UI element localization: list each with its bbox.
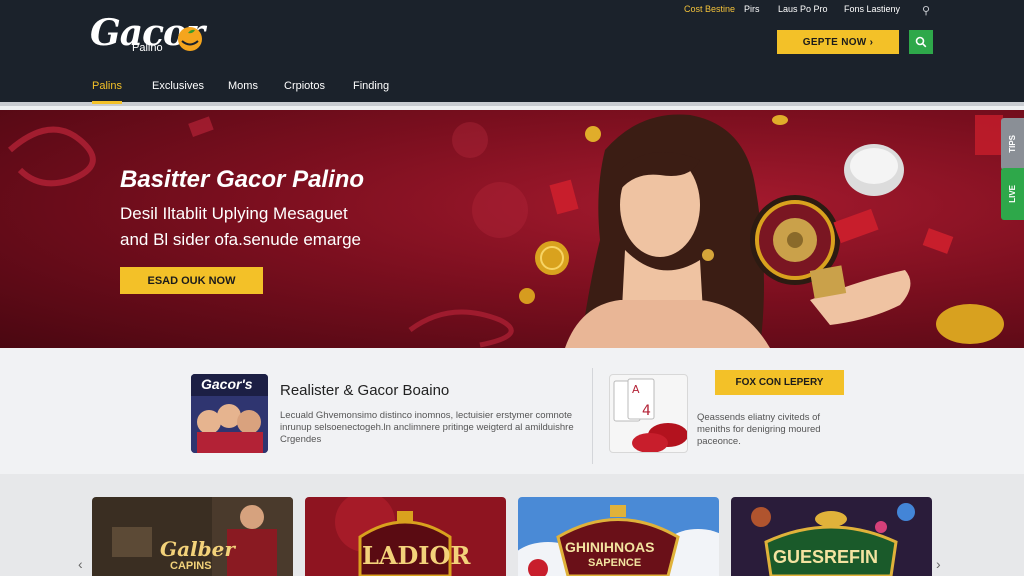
game-card[interactable]: LADIOR [305, 497, 506, 576]
hero-subtitle: and Bl sider ofa.senude emarge [120, 230, 361, 249]
top-link[interactable]: Fons Lastieny [844, 4, 900, 14]
nav-item-finding[interactable]: Finding [353, 80, 389, 104]
svg-text:4: 4 [642, 403, 651, 419]
site-logo[interactable]: Gacor Palino [90, 8, 220, 56]
hero-title: Basitter Gacor Palino [120, 166, 365, 193]
promo-description-2: Qeassends eliatny civiteds of meniths fo… [697, 412, 821, 447]
hero-subtitle: Desil Iltablit Uplying Mesaguet [120, 204, 348, 223]
search-icon [915, 36, 927, 48]
nav-item-palins[interactable]: Palins [92, 80, 122, 104]
orange-icon [178, 27, 202, 51]
hero-banner: Basitter Gacor Palino Desil Iltablit Upl… [0, 110, 1024, 348]
page: Gacor Palino Cost Bestine Pirs Laus Po P… [0, 0, 1024, 576]
game-card[interactable]: Galber CAPINS [92, 497, 293, 576]
promo-thumbnail[interactable]: Gacor's [191, 374, 268, 453]
nav-item-exclusives[interactable]: Exclusives [152, 80, 204, 104]
top-link[interactable]: Cost Bestine [684, 4, 735, 14]
prev-arrow-icon[interactable]: ‹ [78, 556, 83, 572]
game-title: GUESREFIN [773, 547, 879, 567]
side-tab-label: LIVE [1008, 185, 1017, 203]
top-link[interactable]: Laus Po Pro [778, 4, 828, 14]
game-subtitle: SAPENCE [588, 557, 642, 569]
search-button[interactable] [909, 30, 933, 54]
game-title: LADIOR [362, 541, 471, 570]
game-card[interactable]: GUESREFIN [731, 497, 932, 576]
cards-thumbnail[interactable]: A 4 [609, 374, 688, 453]
promo-cta-button[interactable]: FOX CON LEPERY [715, 370, 844, 395]
nav-item-crpiotos[interactable]: Crpiotos [284, 80, 325, 104]
svg-text:A: A [632, 383, 640, 396]
hero-illustration [8, 114, 1004, 348]
site-header: Gacor Palino Cost Bestine Pirs Laus Po P… [0, 0, 1024, 106]
get-started-button[interactable]: GEPTE NOW › [777, 30, 899, 54]
promo-description: Lecuald Ghvemonsimo distinco inomnos, le… [280, 410, 574, 445]
side-tab-tips[interactable]: TIPS [1001, 118, 1024, 170]
promo-thumbnail-label: Gacor's [201, 376, 253, 392]
game-title: Galber [160, 537, 235, 561]
game-card[interactable]: GHINIHNOAS SAPENCE [518, 497, 719, 576]
game-subtitle: CAPINS [170, 560, 212, 572]
next-arrow-icon[interactable]: › [936, 556, 941, 572]
game-title: GHINIHNOAS [565, 539, 655, 555]
side-tab-live[interactable]: LIVE [1001, 168, 1024, 220]
promo-divider [592, 368, 593, 464]
help-icon[interactable]: ⚲ [922, 4, 930, 17]
promo-title: Realister & Gacor Boaino [280, 382, 450, 399]
logo-subtitle: Palino [132, 42, 163, 54]
top-link[interactable]: Pirs [744, 4, 760, 14]
nav-item-moms[interactable]: Moms [228, 80, 258, 104]
hero-cta-button[interactable]: ESAD OUK NOW [120, 267, 263, 294]
promo-section: Gacor's Realister & Gacor Boaino Lecuald… [0, 348, 1024, 474]
games-row: ‹ Galber CAPINS LADIOR GHINIHNOAS SAPENC… [0, 474, 1024, 576]
playing-cards-icon: A 4 [613, 378, 687, 452]
side-tab-label: TIPS [1008, 135, 1017, 153]
